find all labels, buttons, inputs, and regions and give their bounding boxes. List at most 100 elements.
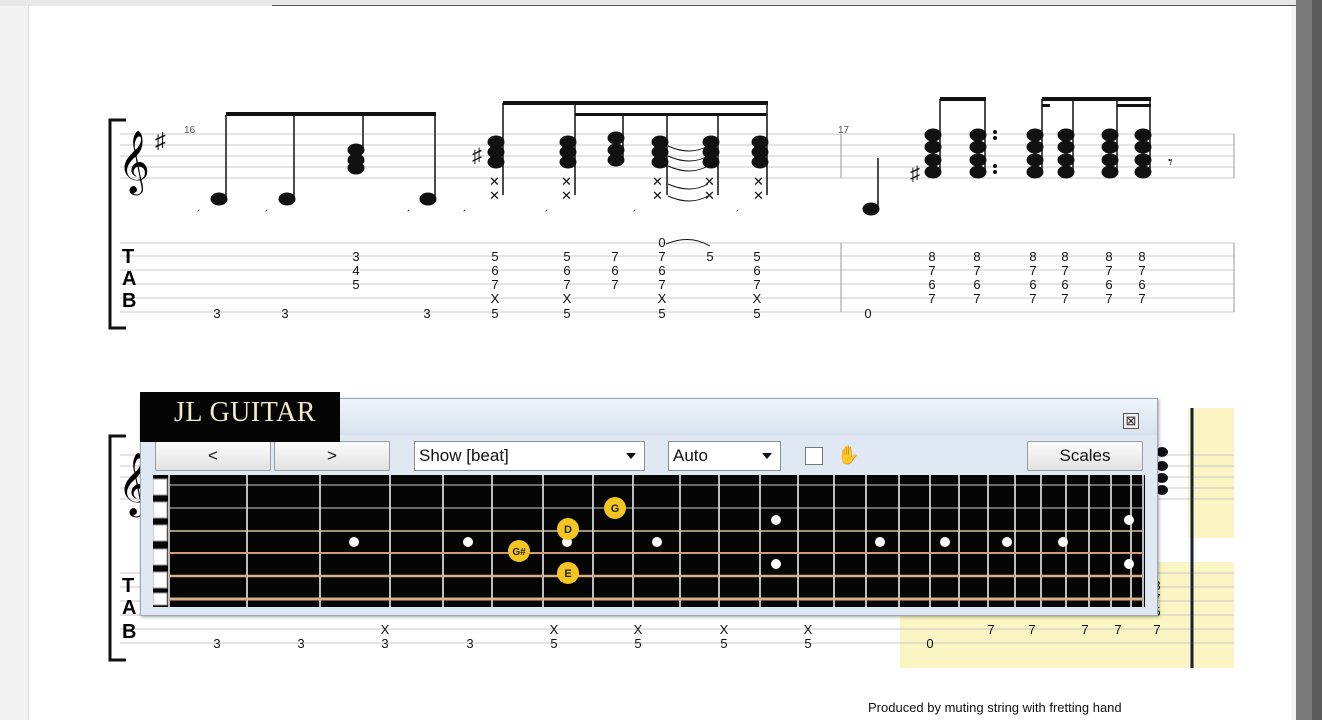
tab-letter-t: T (122, 575, 134, 597)
svg-text:5: 5 (753, 306, 760, 321)
svg-text:✕: ✕ (753, 174, 764, 189)
svg-text:✕: ✕ (652, 188, 663, 203)
note-group-2: ♯ ✕✕ ✕✕ ✕✕ ✕✕ ✕✕ (472, 101, 769, 203)
svg-text:X: X (381, 622, 390, 637)
svg-text:3: 3 (281, 306, 288, 321)
svg-text:5: 5 (753, 249, 760, 264)
auto-select[interactable]: Auto (668, 441, 781, 471)
grace-mark: ˏ (462, 197, 466, 212)
show-select-value: Show [beat] (419, 446, 509, 465)
grace-mark: ˏ (735, 197, 739, 212)
svg-text:7: 7 (987, 622, 994, 637)
svg-text:3: 3 (352, 249, 359, 264)
svg-text:5: 5 (658, 306, 665, 321)
svg-text:7: 7 (563, 277, 570, 292)
grace-mark: ˏ (196, 197, 200, 212)
treble-clef-icon: 𝄞 (118, 132, 150, 196)
svg-text:6: 6 (611, 263, 618, 278)
svg-text:6: 6 (1105, 277, 1112, 292)
option-checkbox[interactable] (805, 447, 823, 465)
brand-logo: JL GUITAR (140, 392, 340, 442)
chevron-down-icon (762, 453, 772, 459)
svg-text:6: 6 (658, 263, 665, 278)
svg-text:✕: ✕ (561, 188, 572, 203)
svg-text:7: 7 (973, 291, 980, 306)
svg-text:4: 4 (352, 263, 359, 278)
svg-text:5: 5 (491, 249, 498, 264)
chevron-down-icon (626, 453, 636, 459)
svg-text:0: 0 (658, 235, 665, 250)
svg-text:5: 5 (634, 636, 641, 651)
svg-text:X: X (804, 622, 813, 637)
svg-text:5: 5 (563, 306, 570, 321)
svg-text:7: 7 (1153, 622, 1160, 637)
svg-text:7: 7 (1029, 291, 1036, 306)
svg-text:3: 3 (381, 636, 388, 651)
svg-text:7: 7 (1114, 622, 1121, 637)
note-marker-d[interactable]: D (557, 518, 579, 540)
svg-text:6: 6 (1061, 277, 1068, 292)
prev-beat-button[interactable]: < (155, 441, 271, 471)
tab-numbers-row1: 3 3 3 4 5 3 5 6 7 X 5 5 6 7 X 5 7 6 7 0 … (213, 235, 871, 321)
svg-text:7: 7 (1061, 263, 1068, 278)
svg-text:6: 6 (1029, 277, 1036, 292)
svg-text:X: X (491, 291, 500, 306)
svg-text:✕: ✕ (753, 188, 764, 203)
svg-text:5: 5 (550, 636, 557, 651)
tab-chords-m17: 8767 8767 8767 8767 8767 8767 (928, 249, 1145, 306)
svg-text:7: 7 (658, 249, 665, 264)
note-marker-g-sharp[interactable]: G# (508, 540, 530, 562)
svg-text:7: 7 (1028, 622, 1035, 637)
hand-icon[interactable]: ✋ (837, 445, 859, 466)
tab-letter-b: B (122, 621, 136, 643)
svg-text:7: 7 (1105, 291, 1112, 306)
close-icon[interactable]: ⊠ (1123, 413, 1139, 429)
svg-text:G#: G# (512, 547, 526, 558)
svg-text:✕: ✕ (704, 174, 715, 189)
measure-number-17: 17 (838, 125, 850, 136)
svg-text:3: 3 (213, 636, 220, 651)
note-marker-e[interactable]: E (557, 562, 579, 584)
svg-text:X: X (634, 622, 643, 637)
svg-text:7: 7 (928, 263, 935, 278)
svg-text:8: 8 (1061, 249, 1068, 264)
svg-text:7: 7 (611, 249, 618, 264)
svg-text:6: 6 (491, 263, 498, 278)
svg-text:♯: ♯ (472, 145, 482, 167)
svg-text:✕: ✕ (704, 188, 715, 203)
svg-text:7: 7 (1105, 263, 1112, 278)
grace-mark: ˏ (632, 197, 636, 212)
next-beat-button[interactable]: > (274, 441, 390, 471)
svg-text:7: 7 (928, 291, 935, 306)
note-marker-g[interactable]: G (604, 497, 626, 519)
grace-mark: ˏ (264, 197, 268, 212)
svg-text:3: 3 (297, 636, 304, 651)
grace-mark: ˏ (544, 197, 548, 212)
svg-text:✕: ✕ (561, 174, 572, 189)
show-select[interactable]: Show [beat] (414, 441, 645, 471)
svg-text:G: G (611, 503, 620, 515)
svg-text:X: X (550, 622, 559, 637)
svg-text:7: 7 (1061, 291, 1068, 306)
svg-text:7: 7 (1138, 291, 1145, 306)
svg-text:5: 5 (491, 306, 498, 321)
measure-number-16: 16 (184, 125, 196, 136)
note-group-1 (210, 112, 437, 206)
svg-text:7: 7 (753, 277, 760, 292)
svg-text:E: E (564, 568, 571, 580)
svg-text:6: 6 (1138, 277, 1145, 292)
tab-letter-a: A (122, 268, 136, 290)
svg-text:✕: ✕ (652, 174, 663, 189)
svg-text:8: 8 (1029, 249, 1036, 264)
tab-letter-t: T (122, 246, 134, 268)
svg-text:7: 7 (1081, 622, 1088, 637)
svg-text:X: X (658, 291, 667, 306)
svg-text:X: X (720, 622, 729, 637)
svg-text:✕: ✕ (489, 174, 500, 189)
svg-text:5: 5 (706, 249, 713, 264)
svg-text:6: 6 (928, 277, 935, 292)
svg-text:5: 5 (720, 636, 727, 651)
svg-text:7: 7 (491, 277, 498, 292)
tab-letter-a: A (122, 597, 136, 619)
scales-button[interactable]: Scales (1027, 441, 1143, 471)
